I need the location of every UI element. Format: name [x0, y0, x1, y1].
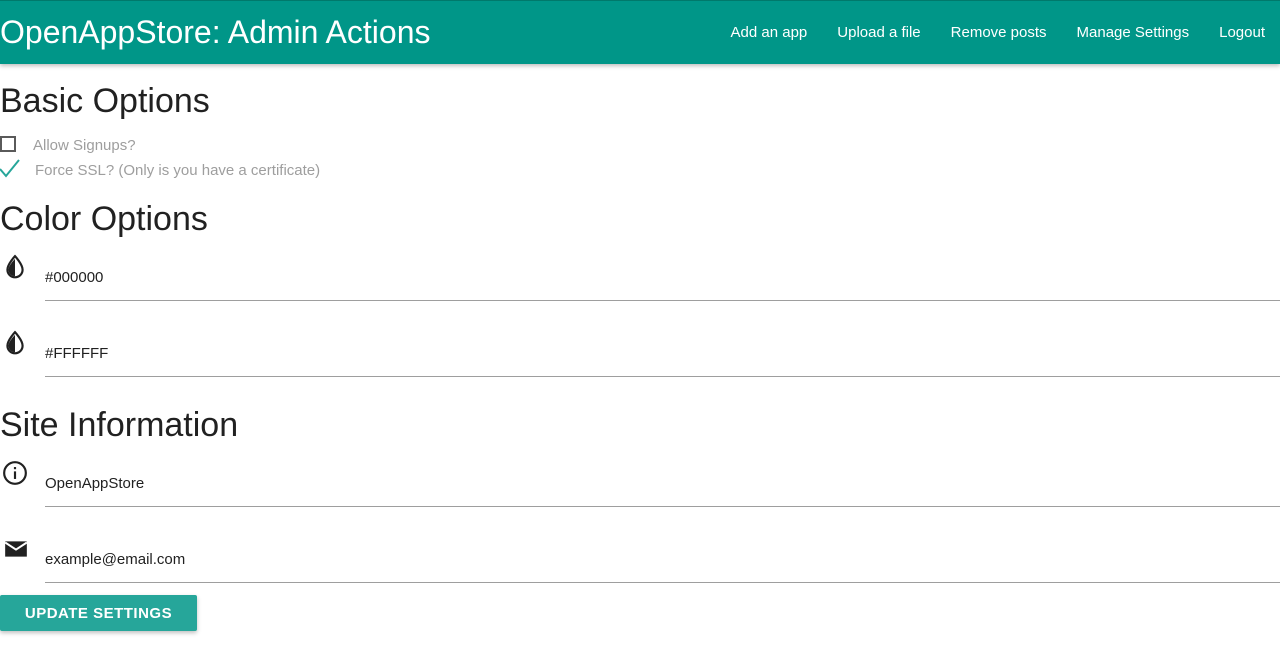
nav-add-app[interactable]: Add an app	[716, 1, 823, 65]
force-ssl-row[interactable]: Force SSL? (Only is you have a certifica…	[0, 159, 320, 180]
info-icon	[2, 460, 28, 486]
allow-signups-row[interactable]: Allow Signups?	[0, 135, 136, 155]
nav-remove-posts[interactable]: Remove posts	[936, 1, 1062, 65]
secondary-color-field	[0, 330, 1280, 377]
checkmark-icon	[0, 159, 20, 178]
primary-color-field	[0, 254, 1280, 301]
nav-links: Add an app Upload a file Remove posts Ma…	[716, 1, 1280, 65]
primary-color-input[interactable]	[45, 264, 1280, 301]
allow-signups-label[interactable]: Allow Signups?	[33, 137, 136, 154]
brand-title[interactable]: OpenAppStore: Admin Actions	[0, 13, 430, 51]
allow-signups-checkbox[interactable]	[0, 136, 16, 152]
email-icon	[2, 536, 28, 562]
nav-manage-settings[interactable]: Manage Settings	[1062, 1, 1205, 65]
invert-colors-icon	[2, 330, 28, 356]
site-email-input[interactable]	[45, 546, 1280, 583]
top-navbar: OpenAppStore: Admin Actions Add an app U…	[0, 0, 1280, 64]
invert-colors-icon	[2, 254, 28, 280]
site-email-field	[0, 536, 1280, 583]
nav-logout[interactable]: Logout	[1204, 1, 1280, 65]
basic-options-heading: Basic Options	[0, 82, 210, 120]
force-ssl-label[interactable]: Force SSL? (Only is you have a certifica…	[35, 162, 320, 179]
force-ssl-checkbox[interactable]	[0, 159, 20, 179]
secondary-color-input[interactable]	[45, 340, 1280, 377]
site-information-heading: Site Information	[0, 406, 239, 444]
site-name-field	[0, 460, 1280, 507]
site-name-input[interactable]	[45, 470, 1280, 507]
color-options-heading: Color Options	[0, 200, 208, 238]
update-settings-button[interactable]: Update Settings	[0, 595, 197, 631]
nav-upload-file[interactable]: Upload a file	[822, 1, 935, 65]
